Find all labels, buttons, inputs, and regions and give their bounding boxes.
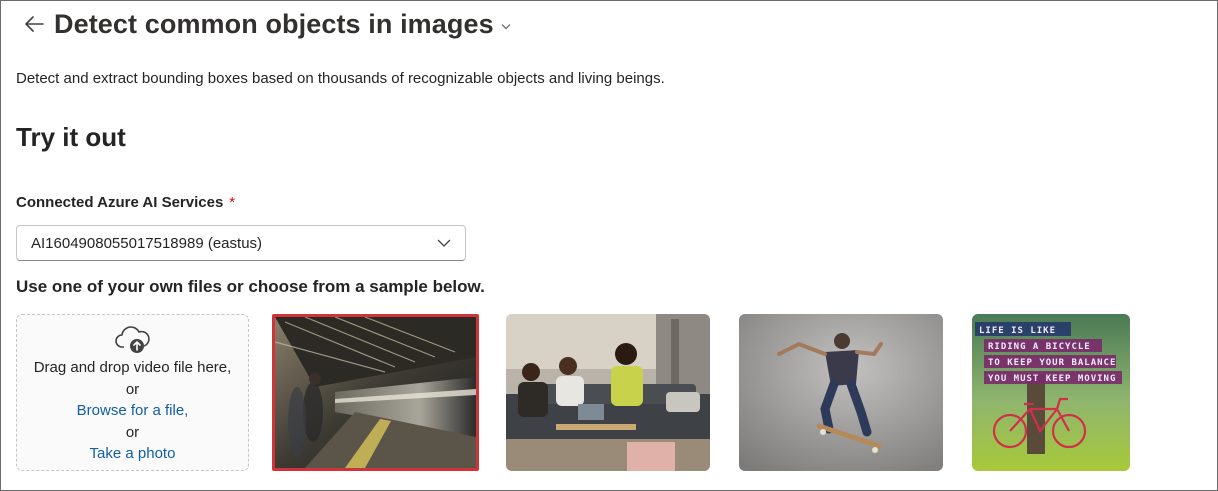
poster-line-3: TO KEEP YOUR BALANCE (988, 358, 1116, 368)
subway-train-photo (275, 317, 476, 468)
poster-line-2: RIDING A BICYCLE (988, 342, 1091, 352)
poster-line-4: YOU MUST KEEP MOVING (988, 374, 1116, 384)
page-title: Detect common objects in images (54, 8, 494, 39)
sample-image-subway-train[interactable] (272, 314, 479, 471)
service-dropdown-value: AI1604908055017518989 (eastus) (31, 234, 263, 252)
arrow-left-icon (25, 16, 44, 32)
sample-image-skateboarder[interactable] (739, 314, 943, 471)
take-photo-link[interactable]: Take a photo (90, 443, 176, 465)
service-field-label: Connected Azure AI Services * (16, 194, 235, 211)
page-header: Detect common objects in images (22, 6, 511, 42)
dropzone-or-1: or (125, 380, 140, 398)
cloud-upload-icon (114, 323, 151, 357)
dropzone-instruction: Drag and drop video file here, (33, 359, 232, 376)
bicycle-poster-photo: LIFE IS LIKE RIDING A BICYCLE TO KEEP YO… (972, 314, 1130, 471)
page-description: Detect and extract bounding boxes based … (16, 70, 665, 87)
title-menu-button[interactable] (501, 23, 511, 30)
dropzone-or-2: or (125, 423, 140, 441)
chevron-down-icon (501, 23, 511, 29)
browse-file-link[interactable]: Browse for a file, (77, 400, 189, 422)
back-button[interactable] (22, 12, 46, 36)
skateboarder-photo (739, 314, 943, 471)
sample-image-office-meeting[interactable] (506, 314, 710, 471)
required-marker: * (229, 194, 236, 211)
poster-line-1: LIFE IS LIKE (979, 326, 1056, 336)
section-heading-try-it-out: Try it out (16, 122, 126, 152)
sample-image-bicycle-poster[interactable]: LIFE IS LIKE RIDING A BICYCLE TO KEEP YO… (972, 314, 1130, 471)
office-meeting-photo (506, 314, 710, 471)
service-label-text: Connected Azure AI Services (16, 194, 224, 211)
samples-instruction: Use one of your own files or choose from… (16, 277, 485, 296)
service-dropdown[interactable]: AI1604908055017518989 (eastus) (16, 225, 466, 261)
file-dropzone[interactable]: Drag and drop video file here, or Browse… (16, 314, 249, 471)
chevron-down-icon (437, 239, 451, 247)
